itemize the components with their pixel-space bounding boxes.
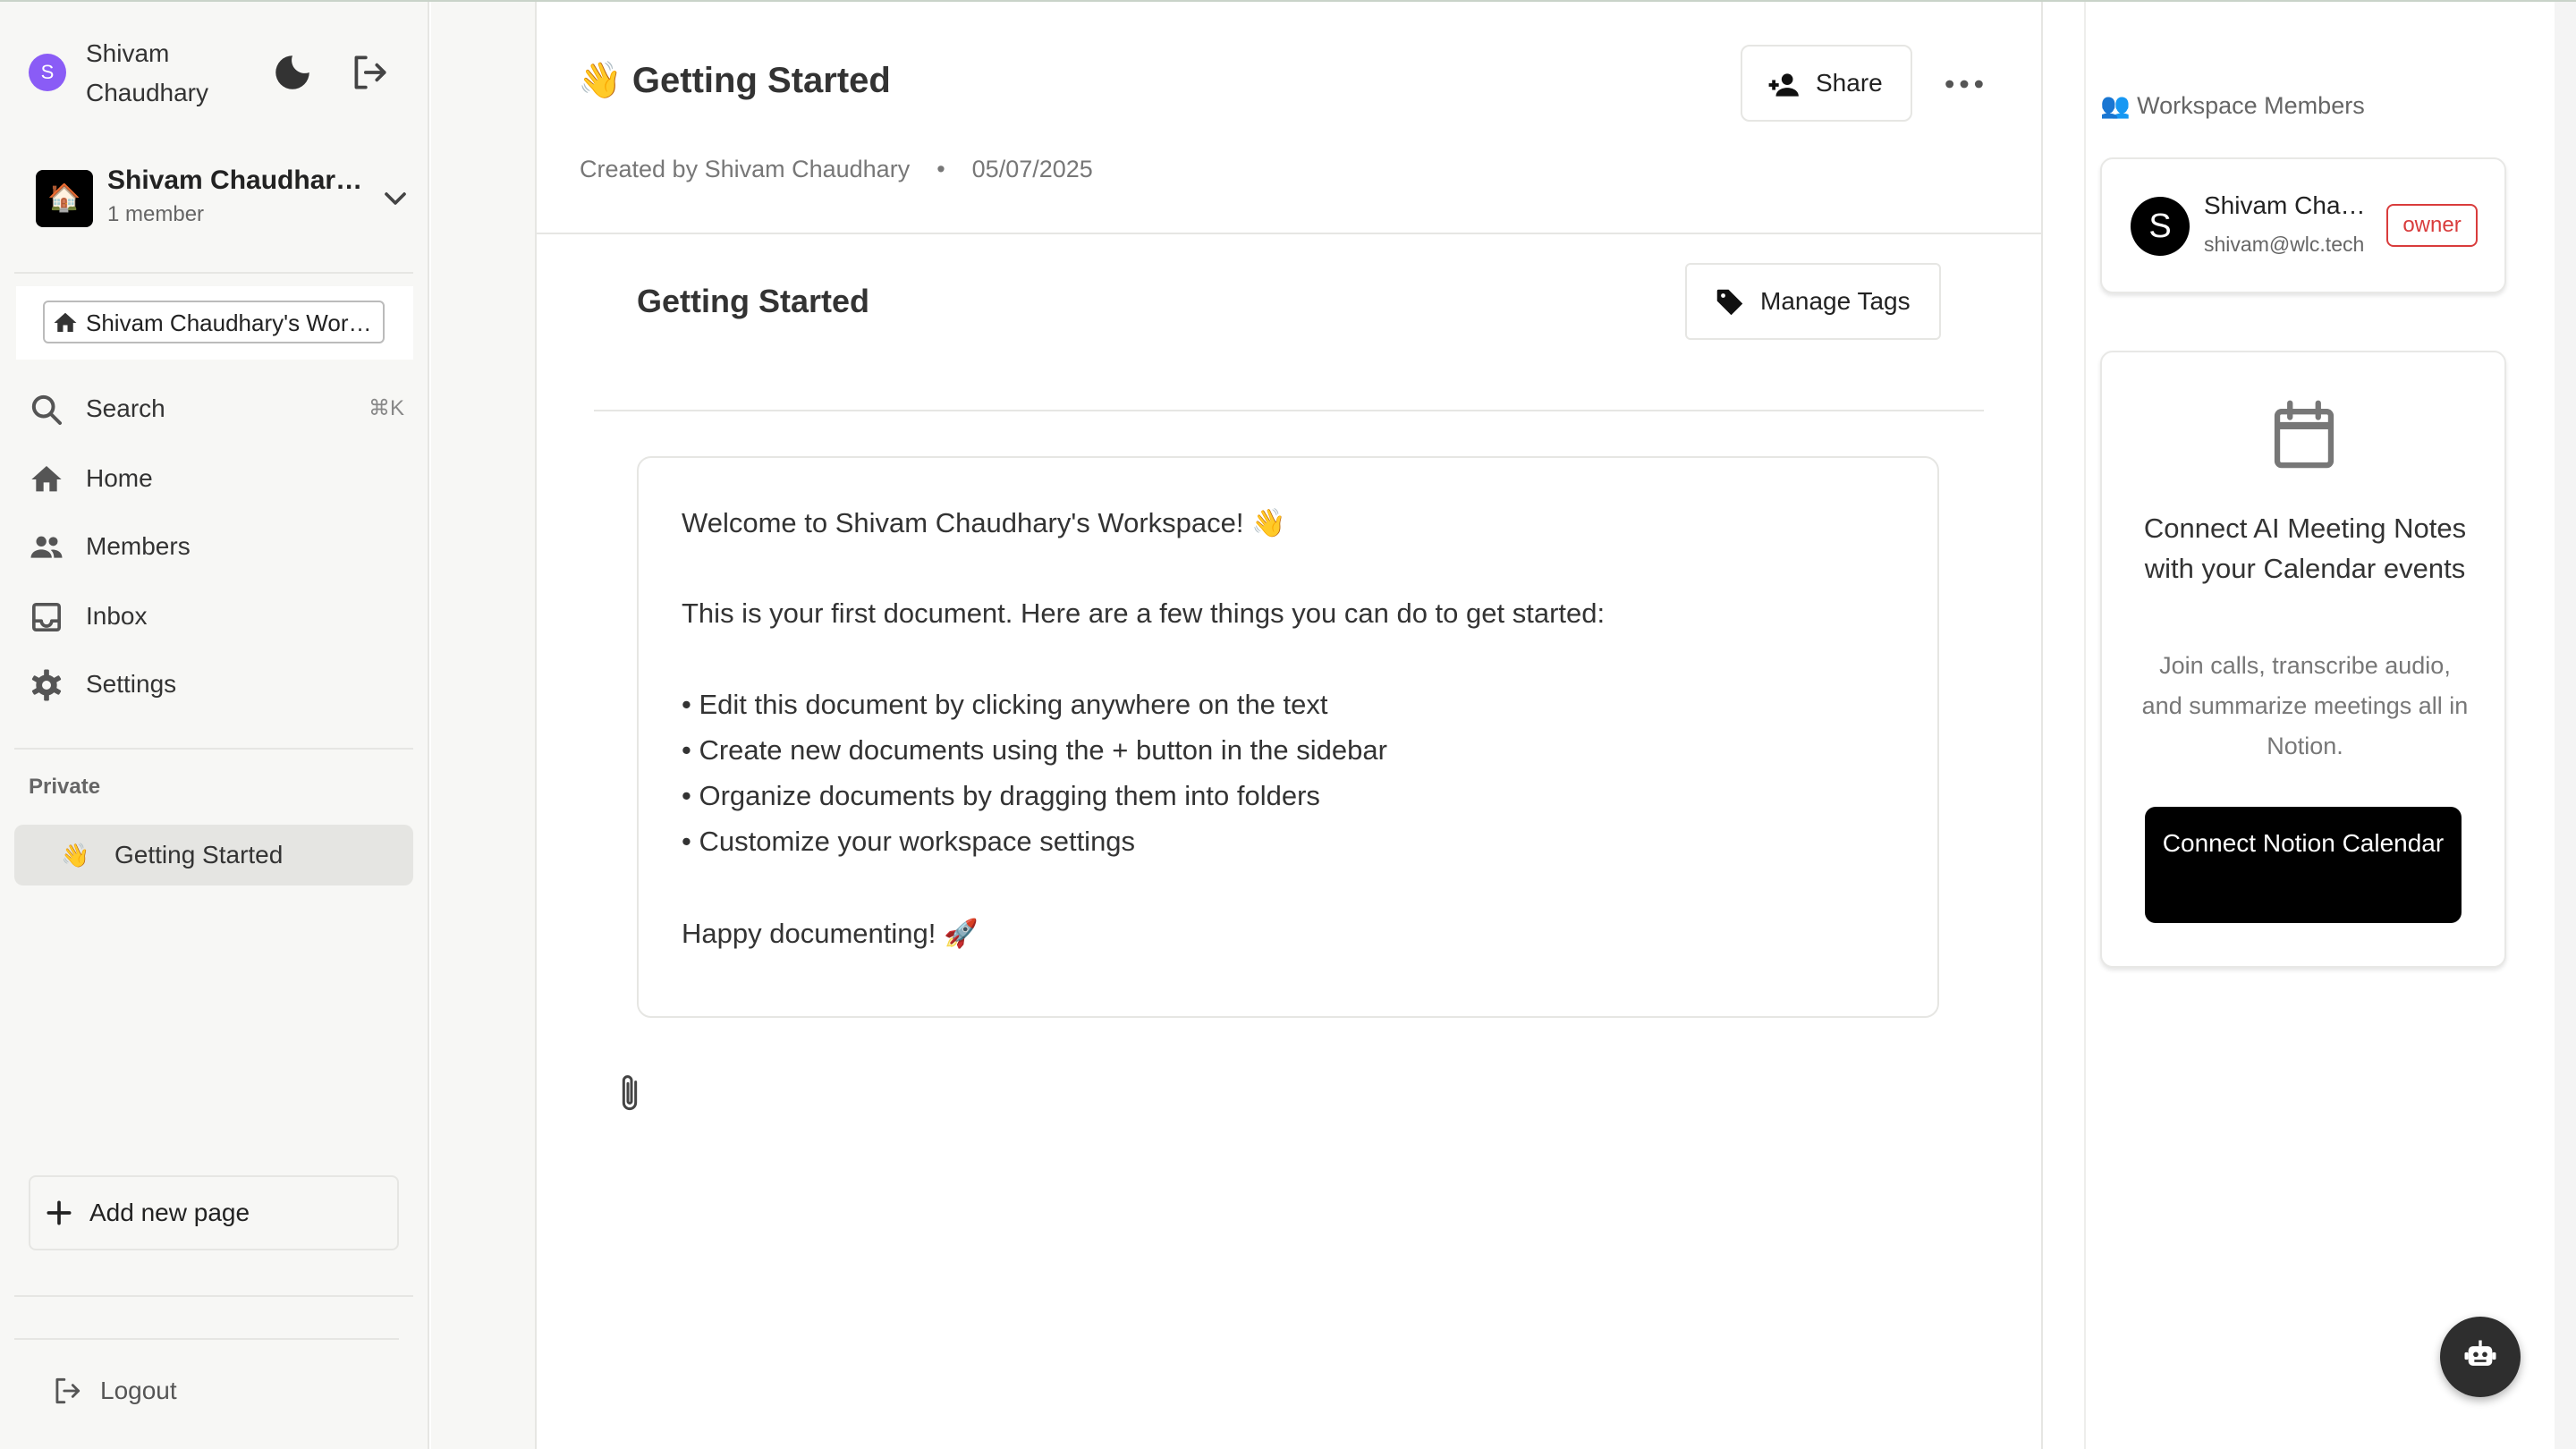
sidebar-item-search[interactable]: Search ⌘K bbox=[29, 381, 404, 436]
avatar: S bbox=[2131, 197, 2190, 256]
page-emoji: 👋 bbox=[61, 842, 90, 869]
divider bbox=[537, 233, 2041, 234]
share-label: Share bbox=[1816, 69, 1883, 97]
breadcrumb-label: Shivam Chaudhary's Workspace bbox=[86, 309, 372, 336]
workspace-member-count: 1 member bbox=[107, 202, 205, 226]
document-area: 👋 Getting Started Share Created by Shiva… bbox=[537, 2, 2041, 1449]
home-icon bbox=[31, 466, 62, 492]
user-profile[interactable]: S Shivam Chaudhary bbox=[29, 34, 404, 109]
page-title: 👋 Getting Started bbox=[578, 61, 891, 100]
document-meta: Created by Shivam Chaudhary • 05/07/2025 bbox=[580, 156, 1093, 183]
promo-description: Join calls, transcribe audio, and summar… bbox=[2141, 652, 2469, 759]
sidebar-item-members[interactable]: Members bbox=[29, 519, 404, 574]
connect-calendar-button[interactable]: Connect Notion Calendar bbox=[2145, 807, 2462, 923]
doc-paragraph[interactable]: Welcome to Shivam Chaudhary's Workspace!… bbox=[682, 506, 1286, 539]
document-editor[interactable]: Welcome to Shivam Chaudhary's Workspace!… bbox=[637, 456, 1939, 1018]
sidebar: S Shivam Chaudhary 🏠 Shivam Chaudhary's … bbox=[0, 2, 429, 1449]
divider bbox=[14, 748, 413, 750]
workspace-name: Shivam Chaudhary's Workspace bbox=[107, 165, 376, 195]
share-button[interactable]: Share bbox=[1741, 45, 1912, 122]
sidebar-item-label: Members bbox=[86, 532, 191, 560]
doc-bullet[interactable]: • Edit this document by clicking anywher… bbox=[682, 689, 1328, 721]
search-icon bbox=[31, 394, 62, 425]
right-panel: 👥 Workspace Members S Shivam Chaudhary s… bbox=[2043, 2, 2576, 1449]
paperclip-icon[interactable] bbox=[612, 1072, 648, 1116]
tag-icon bbox=[1716, 289, 1743, 316]
more-horizontal-icon[interactable] bbox=[1939, 59, 1989, 109]
breadcrumb-bar: Shivam Chaudhary's Workspace bbox=[16, 286, 413, 360]
exit-icon bbox=[55, 1377, 80, 1404]
member-card[interactable]: S Shivam Chaudhary shivam@wlc.tech owner bbox=[2100, 157, 2506, 293]
divider bbox=[594, 410, 1984, 411]
user-avatar[interactable]: S bbox=[29, 54, 66, 91]
created-by: Created by Shivam Chaudhary bbox=[580, 156, 911, 182]
sidebar-item-label: Search bbox=[86, 394, 165, 422]
sidebar-item-settings[interactable]: Settings bbox=[29, 657, 404, 712]
add-page-label: Add new page bbox=[89, 1199, 250, 1226]
gear-icon bbox=[31, 669, 62, 701]
role-badge: owner bbox=[2386, 204, 2478, 247]
inbox-icon bbox=[32, 603, 61, 631]
doc-bullet[interactable]: • Organize documents by dragging them in… bbox=[682, 780, 1320, 812]
sidebar-page-getting-started[interactable]: 👋 Getting Started bbox=[14, 825, 413, 886]
divider bbox=[2084, 2, 2086, 1449]
section-label-private: Private bbox=[29, 775, 101, 799]
add-page-button[interactable]: Add new page bbox=[29, 1175, 399, 1250]
promo-title: Connect AI Meeting Notes with your Calen… bbox=[2143, 513, 2467, 584]
logout-button[interactable]: Logout bbox=[50, 1368, 265, 1413]
chevron-down-icon[interactable] bbox=[377, 181, 413, 216]
created-date: 05/07/2025 bbox=[971, 156, 1093, 182]
plus-icon bbox=[47, 1200, 72, 1225]
people-icon bbox=[30, 536, 63, 558]
calendar-icon bbox=[2274, 400, 2334, 469]
sidebar-item-label: Inbox bbox=[86, 602, 148, 630]
assistant-button[interactable] bbox=[2440, 1317, 2521, 1397]
members-heading: 👥 Workspace Members bbox=[2100, 92, 2365, 119]
manage-tags-button[interactable]: Manage Tags bbox=[1685, 263, 1941, 340]
sidebar-item-inbox[interactable]: Inbox bbox=[29, 589, 404, 644]
doc-bullet[interactable]: • Customize your workspace settings bbox=[682, 826, 1135, 858]
home-icon bbox=[54, 312, 77, 332]
logout-label: Logout bbox=[100, 1377, 177, 1404]
scrollbar[interactable] bbox=[2555, 2, 2576, 1449]
doc-paragraph[interactable]: This is your first document. Here are a … bbox=[682, 597, 1605, 630]
user-name: Shivam Chaudhary bbox=[86, 39, 208, 106]
person-add-icon bbox=[1768, 73, 1799, 97]
meta-separator: • bbox=[936, 156, 945, 182]
workspace-switcher[interactable]: 🏠 Shivam Chaudhary's Workspace 1 member bbox=[36, 161, 411, 242]
sidebar-item-label: Settings bbox=[86, 670, 177, 698]
workspace-icon: 🏠 bbox=[36, 170, 93, 227]
exit-icon[interactable] bbox=[347, 50, 392, 95]
bot-icon bbox=[2464, 1340, 2496, 1366]
moon-icon[interactable] bbox=[270, 50, 315, 95]
doc-paragraph[interactable]: Happy documenting! 🚀 bbox=[682, 917, 979, 950]
manage-tags-label: Manage Tags bbox=[1760, 287, 1911, 315]
member-email: shivam@wlc.tech bbox=[2204, 233, 2365, 256]
divider bbox=[14, 1295, 413, 1297]
keyboard-shortcut: ⌘K bbox=[368, 396, 404, 420]
divider bbox=[14, 272, 413, 274]
sidebar-item-home[interactable]: Home bbox=[29, 451, 404, 506]
breadcrumb[interactable]: Shivam Chaudhary's Workspace bbox=[43, 301, 385, 343]
divider bbox=[14, 1338, 399, 1340]
page-title: Getting Started bbox=[114, 841, 284, 869]
document-heading: Getting Started bbox=[637, 283, 870, 319]
member-name: Shivam Chaudhary bbox=[2204, 191, 2368, 219]
calendar-promo-card: Connect AI Meeting Notes with your Calen… bbox=[2100, 351, 2506, 968]
sidebar-gutter bbox=[431, 2, 537, 1449]
sidebar-item-label: Home bbox=[86, 464, 153, 492]
doc-bullet[interactable]: • Create new documents using the + butto… bbox=[682, 734, 1387, 767]
